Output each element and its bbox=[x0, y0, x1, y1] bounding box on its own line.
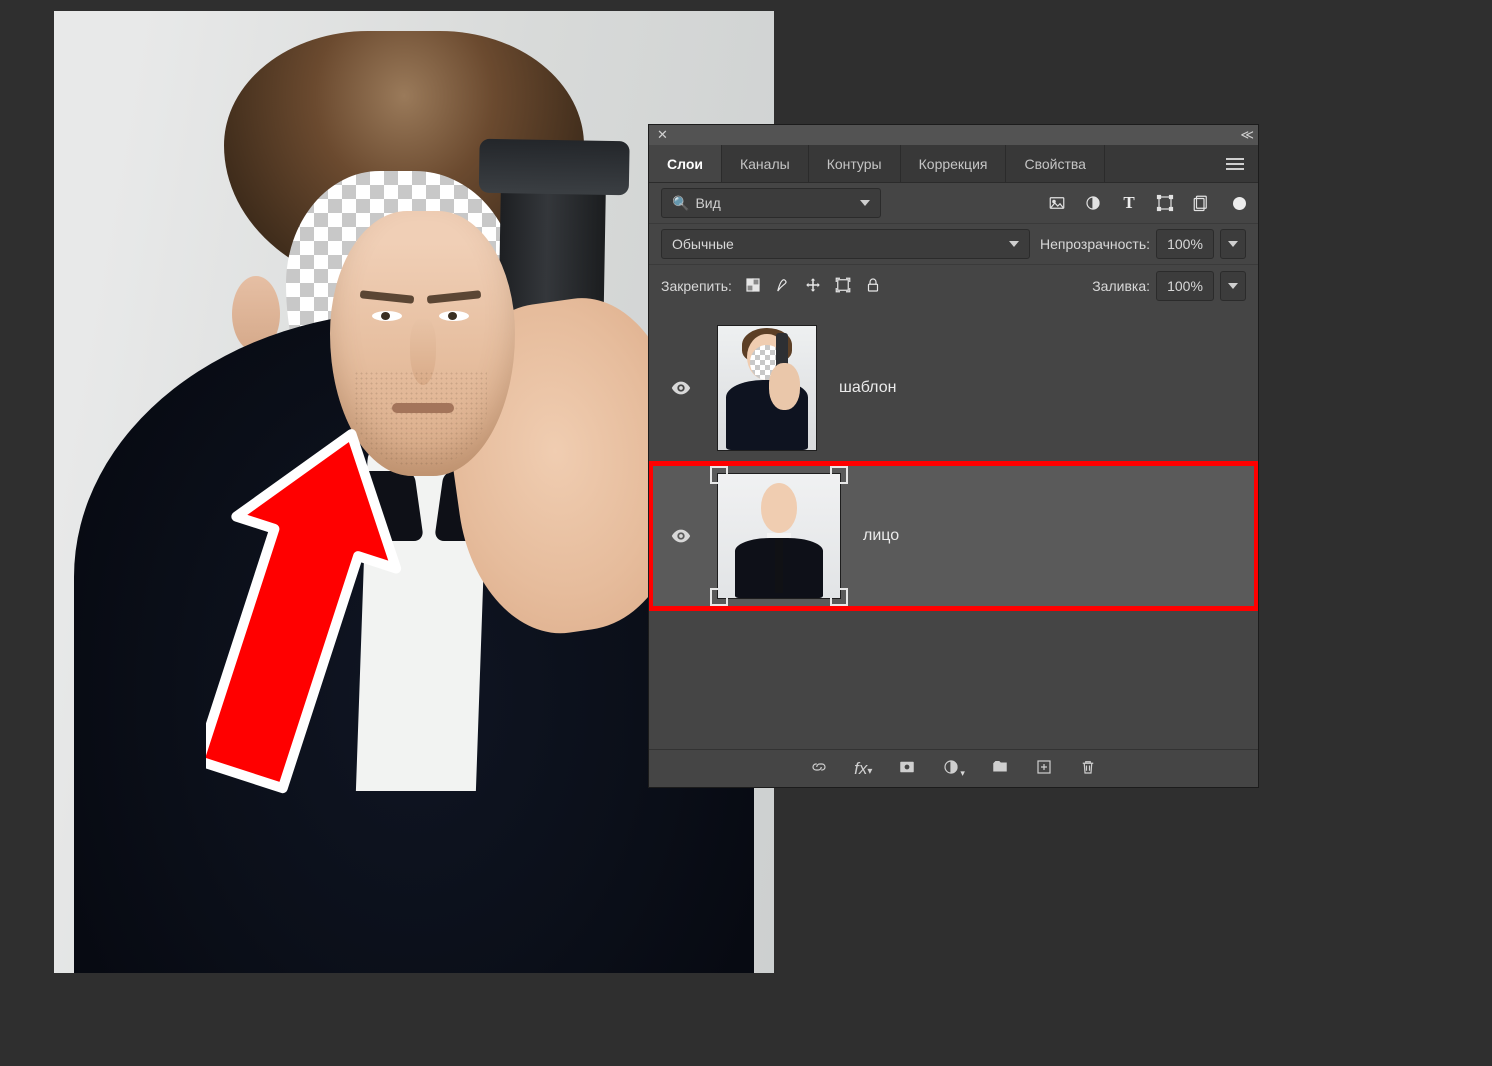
panel-menu-button[interactable] bbox=[1212, 145, 1258, 182]
filter-adjustment-icon[interactable] bbox=[1083, 193, 1103, 213]
blend-opacity-row: Обычные Непрозрачность: 100% bbox=[649, 224, 1258, 265]
fill-label: Заливка: bbox=[1092, 278, 1150, 294]
layer-kind-dropdown[interactable]: 🔍 Вид bbox=[661, 188, 881, 218]
fill-value: 100% bbox=[1167, 278, 1203, 294]
chevron-down-icon bbox=[860, 200, 870, 206]
layer-row[interactable]: шаблон bbox=[649, 314, 1258, 462]
layer-thumbnail[interactable] bbox=[717, 473, 841, 599]
fill-stepper[interactable] bbox=[1220, 271, 1246, 301]
tab-label: Слои bbox=[667, 156, 703, 172]
layer-row[interactable]: лицо bbox=[649, 462, 1258, 610]
visibility-toggle[interactable] bbox=[667, 525, 695, 547]
lock-pixels-icon[interactable] bbox=[774, 276, 792, 297]
lock-position-icon[interactable] bbox=[804, 276, 822, 297]
lock-fill-row: Закрепить: Заливка: 100% bbox=[649, 265, 1258, 307]
opacity-label: Непрозрачность: bbox=[1040, 236, 1150, 252]
layer-filter-row: 🔍 Вид T bbox=[649, 183, 1258, 224]
blend-mode-dropdown[interactable]: Обычные bbox=[661, 229, 1030, 259]
blend-mode-value: Обычные bbox=[672, 236, 734, 252]
tab-label: Свойства bbox=[1024, 156, 1085, 172]
layer-effects-icon[interactable]: fx▾ bbox=[854, 759, 872, 779]
tab-label: Контуры bbox=[827, 156, 882, 172]
group-layers-icon[interactable] bbox=[991, 758, 1009, 779]
tab-layers[interactable]: Слои bbox=[649, 145, 722, 182]
tab-properties[interactable]: Свойства bbox=[1006, 145, 1104, 182]
layer-name[interactable]: шаблон bbox=[839, 379, 896, 397]
opacity-value: 100% bbox=[1167, 236, 1203, 252]
fill-value-box[interactable]: 100% bbox=[1156, 271, 1214, 301]
delete-layer-icon[interactable] bbox=[1079, 758, 1097, 779]
adjustment-layer-icon[interactable]: ▾ bbox=[942, 758, 965, 779]
close-icon[interactable]: ✕ bbox=[657, 127, 668, 143]
new-layer-icon[interactable] bbox=[1035, 758, 1053, 779]
add-mask-icon[interactable] bbox=[898, 758, 916, 779]
opacity-stepper[interactable] bbox=[1220, 229, 1246, 259]
chevron-down-icon bbox=[1009, 241, 1019, 247]
opacity-value-box[interactable]: 100% bbox=[1156, 229, 1214, 259]
lock-transparent-icon[interactable] bbox=[744, 276, 762, 297]
hamburger-icon bbox=[1226, 163, 1244, 165]
layer-thumbnail[interactable] bbox=[717, 325, 817, 451]
panel-footer: fx▾ ▾ bbox=[649, 749, 1258, 787]
tab-paths[interactable]: Контуры bbox=[809, 145, 901, 182]
link-layers-icon[interactable] bbox=[810, 758, 828, 779]
lock-label: Закрепить: bbox=[661, 278, 732, 294]
filter-toggle[interactable] bbox=[1233, 197, 1246, 210]
chevron-down-icon bbox=[1228, 241, 1238, 247]
filter-pixel-icon[interactable] bbox=[1047, 193, 1067, 213]
tab-label: Каналы bbox=[740, 156, 790, 172]
layers-panel: ✕ ≪ Слои Каналы Контуры Коррекция Свойст… bbox=[648, 124, 1259, 788]
layers-list: шаблон лицо bbox=[649, 314, 1258, 749]
visibility-toggle[interactable] bbox=[667, 377, 695, 399]
chevron-down-icon bbox=[1228, 283, 1238, 289]
filter-icons: T bbox=[1047, 193, 1246, 213]
tab-adjustments[interactable]: Коррекция bbox=[901, 145, 1007, 182]
filter-text-icon[interactable]: T bbox=[1119, 193, 1139, 213]
layer-name[interactable]: лицо bbox=[863, 527, 899, 545]
filter-shape-icon[interactable] bbox=[1155, 193, 1175, 213]
fill-control[interactable]: Заливка: 100% bbox=[1092, 271, 1246, 301]
tab-label: Коррекция bbox=[919, 156, 988, 172]
collapse-icon[interactable]: ≪ bbox=[1240, 127, 1250, 143]
tab-channels[interactable]: Каналы bbox=[722, 145, 809, 182]
dropdown-label: Вид bbox=[695, 195, 720, 211]
opacity-control[interactable]: Непрозрачность: 100% bbox=[1040, 229, 1246, 259]
filter-smartobject-icon[interactable] bbox=[1191, 193, 1211, 213]
panel-tabs: Слои Каналы Контуры Коррекция Свойства bbox=[649, 145, 1258, 183]
search-icon: 🔍 bbox=[672, 195, 689, 212]
illustration-face-overlay bbox=[330, 211, 515, 476]
lock-artboard-icon[interactable] bbox=[834, 276, 852, 297]
lock-all-icon[interactable] bbox=[864, 276, 882, 297]
panel-titlebar[interactable]: ✕ ≪ bbox=[649, 125, 1258, 145]
